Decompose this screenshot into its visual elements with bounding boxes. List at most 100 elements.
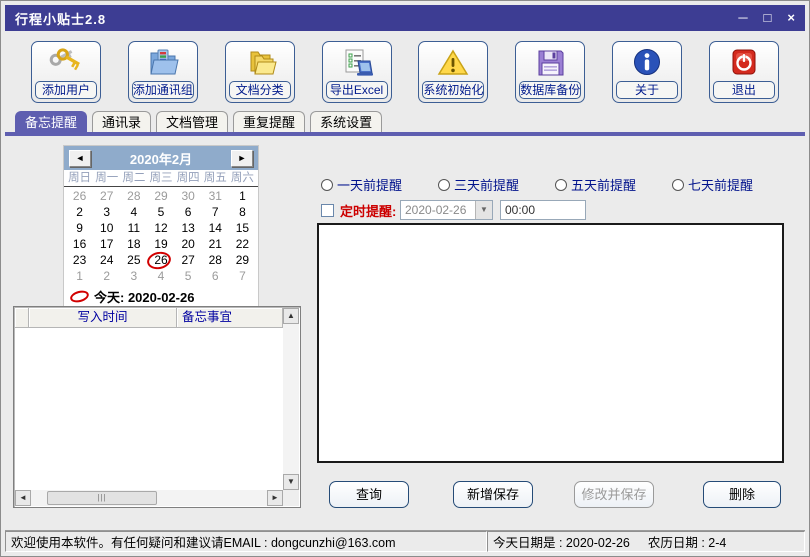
calendar-day[interactable]: 24 [93, 252, 120, 268]
scroll-left-icon[interactable]: ◄ [15, 490, 31, 506]
calendar-day[interactable]: 6 [202, 268, 229, 284]
radio-label: 三天前提醒 [454, 178, 520, 193]
add-save-button[interactable]: 新增保存 [453, 481, 533, 508]
calendar-day[interactable]: 19 [147, 236, 174, 252]
calendar-day[interactable]: 29 [147, 188, 174, 204]
calendar-today-label: 今天: 2020-02-26 [94, 290, 195, 305]
scroll-up-icon[interactable]: ▲ [283, 308, 299, 324]
calendar-day[interactable]: 4 [147, 268, 174, 284]
export-excel-icon [326, 45, 388, 81]
calendar-day[interactable]: 3 [120, 268, 147, 284]
calendar-day[interactable]: 23 [66, 252, 93, 268]
column-header-write-time[interactable]: 写入时间 [29, 308, 177, 328]
calendar-day[interactable]: 2 [66, 204, 93, 220]
calendar-day[interactable]: 14 [202, 220, 229, 236]
calendar-day[interactable]: 7 [202, 204, 229, 220]
calendar-weekday-row: 周日 周一 周二 周三 周四 周五 周六 [64, 170, 258, 187]
scroll-down-icon[interactable]: ▼ [283, 474, 299, 490]
calendar-day[interactable]: 2 [93, 268, 120, 284]
tab-document-manage[interactable]: 文档管理 [156, 111, 229, 132]
radio-icon [321, 178, 333, 191]
close-button[interactable]: × [787, 5, 795, 31]
calendar: ◄ 2020年2月 ► 周日 周一 周二 周三 周四 周五 周六 26 27 28 29 30 31 1… [63, 145, 259, 311]
status-lunar-date: 农历日期 : 2-4 [647, 536, 727, 550]
memo-table[interactable]: 写入时间 备忘事宜 ▲ ▼ ◄ ||| ► [13, 306, 301, 508]
calendar-day[interactable]: 5 [147, 204, 174, 220]
calendar-day[interactable]: 8 [229, 204, 256, 220]
scroll-right-icon[interactable]: ► [267, 490, 283, 506]
calendar-day[interactable]: 27 [175, 252, 202, 268]
calendar-day[interactable]: 25 [120, 252, 147, 268]
calendar-month-title: 2020年2月 [129, 151, 193, 167]
calendar-day[interactable]: 26 [66, 188, 93, 204]
maximize-button[interactable]: □ [764, 5, 772, 31]
chevron-down-icon[interactable]: ▼ [475, 201, 492, 219]
timed-reminder-checkbox[interactable] [321, 203, 334, 217]
radio-one-day-before[interactable]: 一天前提醒 [321, 175, 402, 194]
memo-text-area[interactable] [317, 223, 784, 463]
scrollbar-thumb[interactable]: ||| [47, 491, 157, 505]
add-user-button[interactable]: 添加用户 [31, 41, 101, 103]
vertical-scrollbar[interactable]: ▲ ▼ [283, 308, 299, 490]
calendar-day[interactable]: 10 [93, 220, 120, 236]
database-backup-button[interactable]: 数据库备份 [515, 41, 586, 103]
add-contact-group-button[interactable]: 添加通讯组 [127, 41, 198, 103]
column-header-memo[interactable]: 备忘事宜 [177, 308, 283, 328]
calendar-day[interactable]: 22 [229, 236, 256, 252]
calendar-weekday: 周一 [95, 172, 119, 184]
query-button[interactable]: 查询 [329, 481, 409, 508]
memo-table-header: 写入时间 备忘事宜 [15, 308, 283, 328]
tool-button-label: 系统初始化 [422, 81, 485, 99]
horizontal-scrollbar[interactable]: ◄ ||| ► [15, 490, 283, 506]
document-category-button[interactable]: 文档分类 [224, 41, 295, 103]
calendar-day[interactable]: 9 [66, 220, 93, 236]
minimize-button[interactable]: ─ [738, 5, 747, 31]
timed-reminder-row: 定时提醒: [321, 200, 396, 220]
calendar-day[interactable]: 5 [175, 268, 202, 284]
radio-icon [672, 178, 684, 191]
calendar-day[interactable]: 31 [202, 188, 229, 204]
system-init-button[interactable]: 系统初始化 [418, 41, 489, 103]
reminder-date-dropdown[interactable]: 2020-02-26 ▼ [400, 200, 493, 220]
radio-three-days-before[interactable]: 三天前提醒 [438, 175, 519, 194]
calendar-day[interactable]: 7 [229, 268, 256, 284]
calendar-day[interactable]: 20 [175, 236, 202, 252]
calendar-next-button[interactable]: ► [231, 149, 253, 167]
calendar-day[interactable]: 4 [120, 204, 147, 220]
tool-button-label: 文档分类 [228, 81, 291, 99]
calendar-day[interactable]: 13 [175, 220, 202, 236]
about-button[interactable]: 关于 [612, 41, 683, 103]
calendar-day[interactable]: 1 [229, 188, 256, 204]
radio-five-days-before[interactable]: 五天前提醒 [555, 175, 636, 194]
calendar-day[interactable]: 6 [175, 204, 202, 220]
tab-memo-reminder[interactable]: 备忘提醒 [15, 111, 88, 132]
contact-group-icon [132, 45, 194, 81]
calendar-day[interactable]: 27 [93, 188, 120, 204]
calendar-prev-button[interactable]: ◄ [69, 149, 91, 167]
calendar-day[interactable]: 17 [93, 236, 120, 252]
calendar-day[interactable]: 28 [120, 188, 147, 204]
calendar-header: ◄ 2020年2月 ► [64, 146, 258, 170]
calendar-day[interactable]: 15 [229, 220, 256, 236]
tab-repeat-reminder[interactable]: 重复提醒 [233, 111, 306, 132]
calendar-day[interactable]: 16 [66, 236, 93, 252]
calendar-day[interactable]: 11 [120, 220, 147, 236]
reminder-time-input[interactable]: 00:00 [500, 200, 586, 220]
calendar-day[interactable]: 30 [175, 188, 202, 204]
calendar-day[interactable]: 3 [93, 204, 120, 220]
calendar-day[interactable]: 28 [202, 252, 229, 268]
delete-button[interactable]: 删除 [703, 481, 781, 508]
export-excel-button[interactable]: 导出Excel [321, 41, 392, 103]
calendar-weekday: 周六 [230, 172, 254, 184]
calendar-day[interactable]: 1 [66, 268, 93, 284]
calendar-day[interactable]: 29 [229, 252, 256, 268]
calendar-day[interactable]: 18 [120, 236, 147, 252]
reminder-date-value: 2020-02-26 [405, 203, 467, 217]
exit-button[interactable]: 退出 [708, 41, 779, 103]
calendar-day-today[interactable]: 26 [147, 252, 174, 268]
calendar-day[interactable]: 12 [147, 220, 174, 236]
radio-seven-days-before[interactable]: 七天前提醒 [672, 175, 753, 194]
tab-contacts[interactable]: 通讯录 [92, 111, 152, 132]
calendar-day[interactable]: 21 [202, 236, 229, 252]
tab-system-settings[interactable]: 系统设置 [310, 111, 383, 132]
